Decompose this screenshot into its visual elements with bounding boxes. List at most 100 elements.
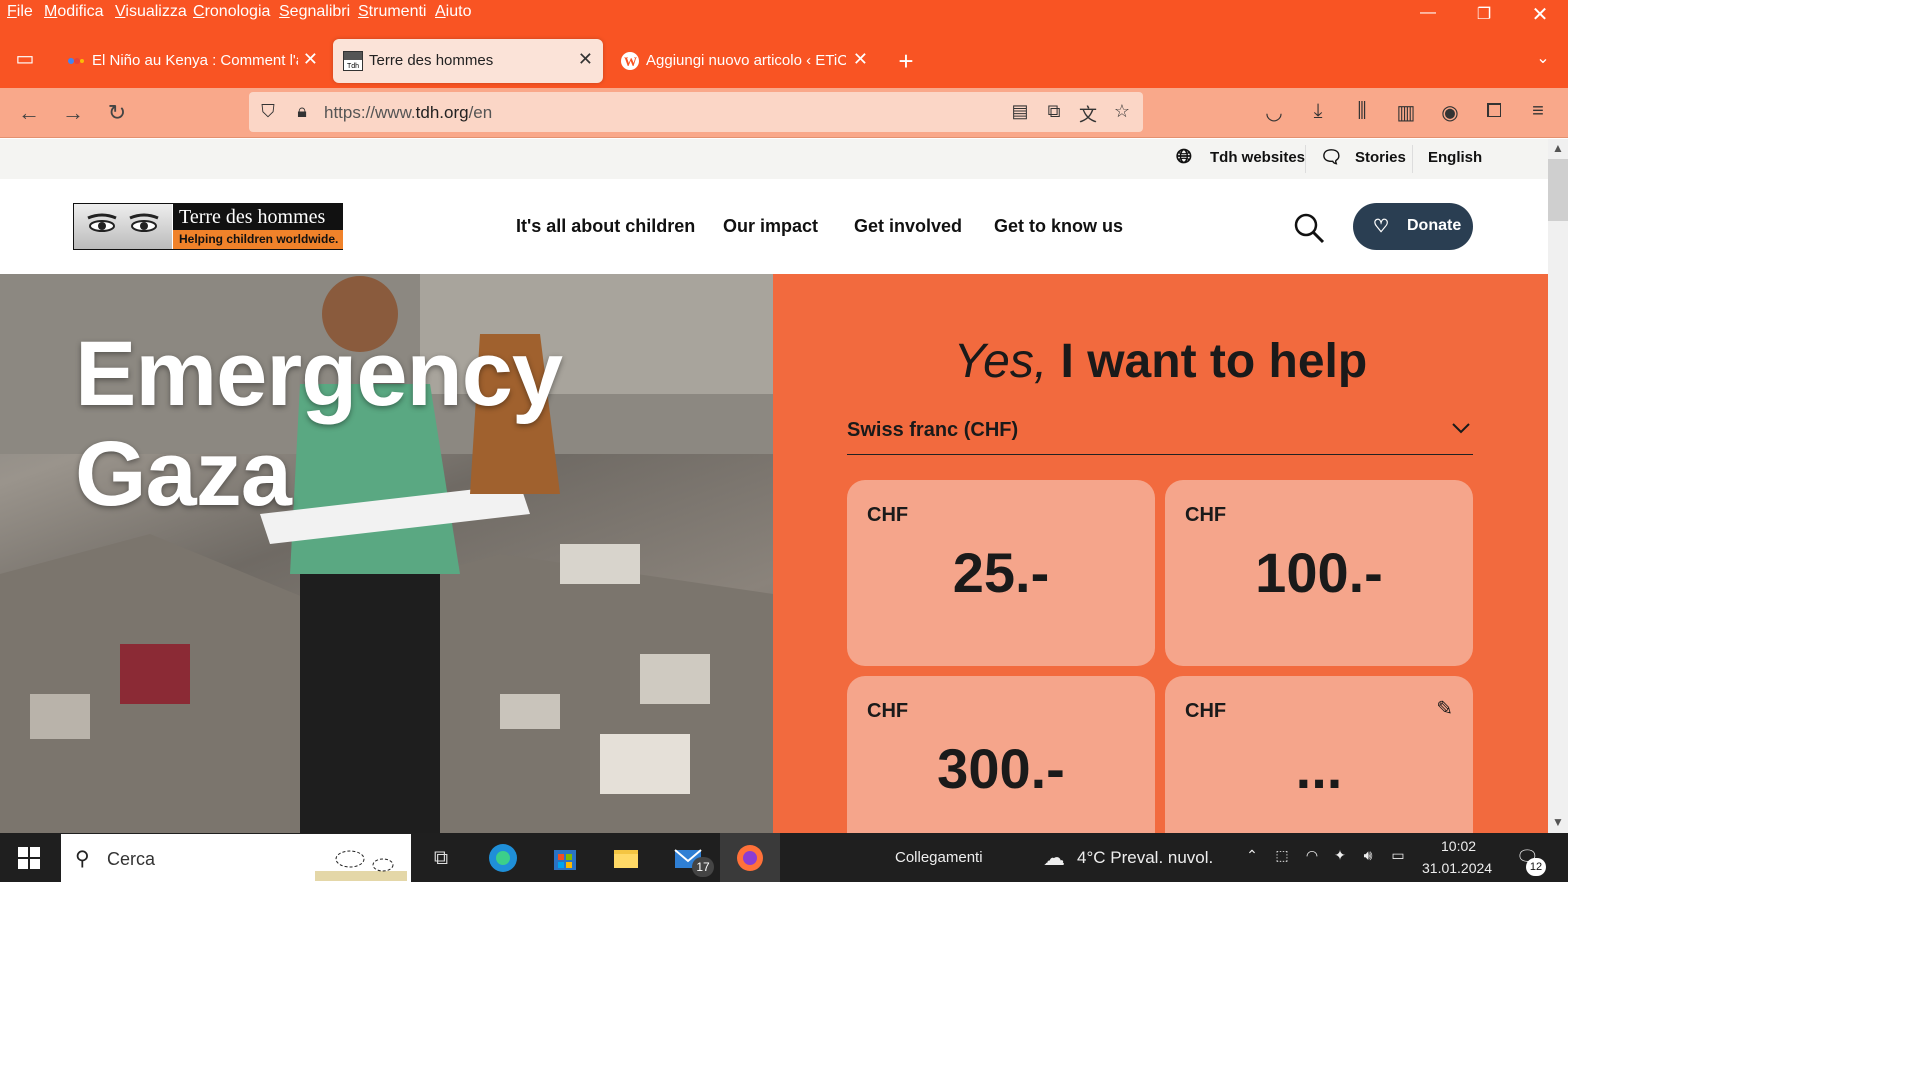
scroll-down-icon[interactable]: ▼ (1550, 815, 1566, 831)
scroll-thumb[interactable] (1548, 159, 1568, 221)
lock-icon[interactable]: 🔒︎ (291, 101, 313, 123)
menu-aiuto[interactable]: Aiuto (435, 3, 471, 21)
stories-link[interactable]: Stories (1355, 149, 1406, 166)
donate-button[interactable]: ♡ Donate (1353, 203, 1473, 250)
pocket-icon[interactable]: ◡ (1261, 100, 1287, 126)
menu-visualizza[interactable]: Visualizza (115, 3, 187, 21)
links-toolbar[interactable]: Collegamenti (895, 849, 983, 866)
menu-modifica[interactable]: Modifica (44, 3, 104, 21)
tdh-websites-link[interactable]: Tdh websites (1210, 149, 1305, 166)
language-selector[interactable]: English (1428, 149, 1482, 166)
clock-time[interactable]: 10:02 (1441, 838, 1476, 854)
extensions-icon[interactable]: ⧠ (1481, 100, 1507, 126)
microsoft-store-icon[interactable] (548, 841, 582, 875)
restore-icon[interactable]: ❐ (1472, 4, 1496, 28)
show-hidden-icons-icon[interactable]: ⌃ (1242, 847, 1262, 867)
hero-image: Emergency Gaza (0, 274, 773, 833)
picture-in-picture-icon[interactable]: ⧉ (1043, 101, 1065, 123)
tab-el-nino[interactable]: El Niño au Kenya : Comment l'a ✕ (56, 39, 328, 83)
amount-currency: CHF (867, 504, 909, 526)
amount-value: 300.- (937, 737, 1065, 800)
tab-title: Aggiungi nuovo articolo ‹ ETiCi (646, 52, 846, 69)
nav-get-involved[interactable]: Get involved (854, 216, 962, 237)
network-icon[interactable]: ◠ (1302, 847, 1322, 867)
clock-date[interactable]: 31.01.2024 (1422, 860, 1492, 876)
hero-title: Emergency Gaza (75, 323, 563, 525)
amount-option-25[interactable]: CHF 25.- (847, 480, 1155, 666)
firefox-taskbar-button[interactable] (720, 833, 780, 882)
search-icon[interactable] (1293, 212, 1325, 244)
meet-now-icon[interactable]: ⬚ (1272, 847, 1292, 867)
tab-terre-des-hommes[interactable]: Tdh Terre des hommes ✕ (333, 39, 603, 83)
volume-icon[interactable]: 🔊︎ (1358, 847, 1378, 867)
page-viewport: 🌐︎ Tdh websites 🗨︎ Stories English Terre… (0, 139, 1548, 833)
back-icon[interactable]: ← (16, 100, 42, 126)
scroll-up-icon[interactable]: ▲ (1550, 141, 1566, 157)
minimize-icon[interactable]: — (1416, 4, 1440, 28)
nav-all-about-children[interactable]: It's all about children (516, 216, 695, 237)
task-view-icon[interactable]: ⧉ (424, 841, 458, 875)
logo-title: Terre des hommes (173, 204, 343, 230)
reader-view-icon[interactable]: ▤ (1009, 101, 1031, 123)
amount-option-100[interactable]: CHF 100.- (1165, 480, 1473, 666)
edge-icon[interactable] (486, 841, 520, 875)
new-tab-icon[interactable]: + (893, 46, 919, 76)
menu-segnalibri[interactable]: Segnalibri (279, 3, 350, 21)
sidebar-icon[interactable]: ▥ (1393, 100, 1419, 126)
mail-badge: 17 (692, 857, 714, 877)
wordpress-favicon-icon: W (620, 51, 640, 71)
tab-aggiungi-articolo[interactable]: W Aggiungi nuovo articolo ‹ ETiCi ✕ (610, 39, 878, 83)
donation-heading: Yes, I want to help (953, 335, 1368, 388)
amount-currency: CHF (1185, 504, 1227, 526)
pencil-icon: ✎ (1436, 698, 1453, 720)
weather-cloud-icon[interactable]: ☁ (1038, 845, 1070, 870)
forward-icon[interactable]: → (60, 100, 86, 126)
hamburger-menu-icon[interactable]: ≡ (1525, 100, 1551, 126)
close-tab-icon[interactable]: ✕ (578, 49, 593, 70)
windows-start-icon[interactable] (18, 847, 40, 869)
nav-get-to-know-us[interactable]: Get to know us (994, 216, 1123, 237)
tdh-logo[interactable]: Terre des hommes Helping children worldw… (73, 203, 343, 250)
bookmark-star-icon[interactable]: ☆ (1111, 101, 1133, 123)
amount-option-300[interactable]: CHF 300.- (847, 676, 1155, 833)
svg-text:W: W (624, 54, 637, 69)
notifications-badge: 12 (1526, 858, 1546, 876)
heart-icon: ♡ (1373, 216, 1390, 236)
account-icon[interactable]: ◉ (1437, 100, 1463, 126)
amount-value: 100.- (1255, 541, 1383, 604)
menu-cronologia[interactable]: Cronologia (193, 3, 270, 21)
battery-icon[interactable]: ▭ (1388, 847, 1408, 867)
url-text[interactable]: https://www.tdh.org/en (324, 103, 492, 123)
taskbar-search[interactable]: ⚲ Cerca (61, 834, 411, 882)
weather-text[interactable]: 4°C Preval. nuvol. (1077, 848, 1213, 868)
file-explorer-icon[interactable] (609, 841, 643, 875)
divider (1412, 145, 1413, 173)
donate-label: Donate (1407, 217, 1462, 234)
close-tab-icon[interactable]: ✕ (303, 49, 318, 70)
reload-icon[interactable]: ↻ (104, 100, 130, 126)
firefox-icon (733, 841, 767, 875)
page-scrollbar[interactable]: ▲ ▼ (1548, 139, 1568, 833)
nav-our-impact[interactable]: Our impact (723, 216, 818, 237)
close-window-icon[interactable]: ✕ (1528, 2, 1552, 26)
globe-icon: 🌐︎ (1176, 146, 1192, 168)
tab-overview-icon[interactable]: ▭ (12, 46, 38, 72)
translate-icon[interactable]: 文 (1077, 101, 1099, 125)
menu-strumenti[interactable]: Strumenti (358, 3, 426, 21)
menu-file[interactable]: File (7, 3, 33, 21)
close-tab-icon[interactable]: ✕ (853, 49, 868, 70)
amount-option-custom[interactable]: CHF ✎ ... (1165, 676, 1473, 833)
tab-title: Terre des hommes (369, 52, 494, 69)
dropbox-icon[interactable]: ✦ (1330, 847, 1350, 867)
currency-select[interactable]: Swiss franc (CHF) (847, 417, 1473, 455)
donation-panel: Yes, I want to help Swiss franc (CHF) CH… (773, 274, 1548, 833)
tdh-favicon-icon: Tdh (343, 51, 363, 71)
url-bar[interactable]: ⛉ 🔒︎ https://www.tdh.org/en ▤ ⧉ 文 ☆ (249, 92, 1143, 132)
downloads-icon[interactable]: ⤓ (1305, 100, 1331, 126)
logo-face-image (74, 204, 172, 249)
shield-icon[interactable]: ⛉ (257, 101, 279, 123)
amount-value: 25.- (952, 541, 1050, 604)
library-icon[interactable]: ⫼ (1349, 100, 1375, 126)
utility-strip: 🌐︎ Tdh websites 🗨︎ Stories English (0, 139, 1548, 179)
list-all-tabs-icon[interactable]: ⌄ (1530, 48, 1556, 74)
